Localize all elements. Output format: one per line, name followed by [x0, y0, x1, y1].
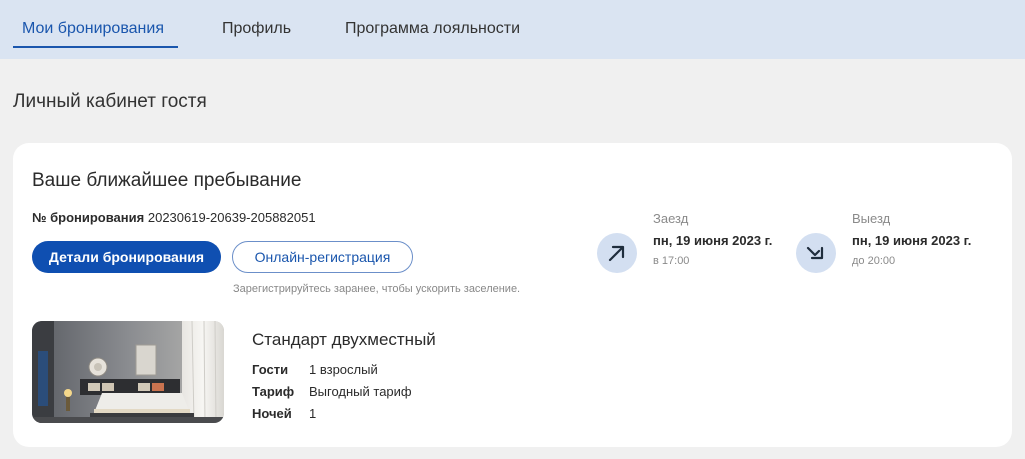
tab-loyalty-program[interactable]: Программа лояльности	[345, 20, 520, 38]
online-checkin-button[interactable]: Онлайн-регистрация	[232, 241, 413, 273]
booking-details-button[interactable]: Детали бронирования	[32, 241, 221, 273]
arrival-time: в 17:00	[653, 255, 690, 267]
guests-label: Гости	[252, 362, 289, 377]
departure-label: Выезд	[852, 211, 891, 226]
rate-value: Выгодный тариф	[309, 384, 412, 399]
page-title: Личный кабинет гостя	[13, 91, 207, 112]
booking-number-label: № бронирования	[32, 210, 145, 225]
arrow-up-right-icon	[597, 233, 637, 273]
arrow-down-right-icon	[796, 233, 836, 273]
departure-date: пн, 19 июня 2023 г.	[852, 233, 972, 248]
booking-number-value: 20230619-20639-205882051	[147, 210, 316, 225]
arrival-label: Заезд	[653, 211, 689, 226]
guests-value: 1 взрослый	[309, 362, 378, 377]
top-tab-bar: Мои бронирования Профиль Программа лояль…	[0, 0, 1025, 59]
checkin-hint: Зарегистрируйтесь заранее, чтобы ускорит…	[233, 283, 521, 295]
booking-number: № бронирования 20230619-20639-205882051	[32, 210, 316, 225]
active-tab-indicator	[13, 46, 178, 48]
card-title: Ваше ближайшее пребывание	[32, 170, 302, 191]
nights-label: Ночей	[252, 406, 292, 421]
upcoming-stay-card: Ваше ближайшее пребывание № бронирования…	[13, 143, 1012, 447]
tab-my-bookings[interactable]: Мои бронирования	[22, 20, 164, 38]
departure-time: до 20:00	[852, 255, 896, 267]
room-name: Стандарт двухместный	[252, 330, 436, 349]
room-photo	[32, 321, 224, 423]
arrival-date: пн, 19 июня 2023 г.	[653, 233, 773, 248]
rate-label: Тариф	[252, 384, 295, 399]
nights-value: 1	[309, 406, 317, 421]
tab-profile[interactable]: Профиль	[222, 20, 291, 38]
